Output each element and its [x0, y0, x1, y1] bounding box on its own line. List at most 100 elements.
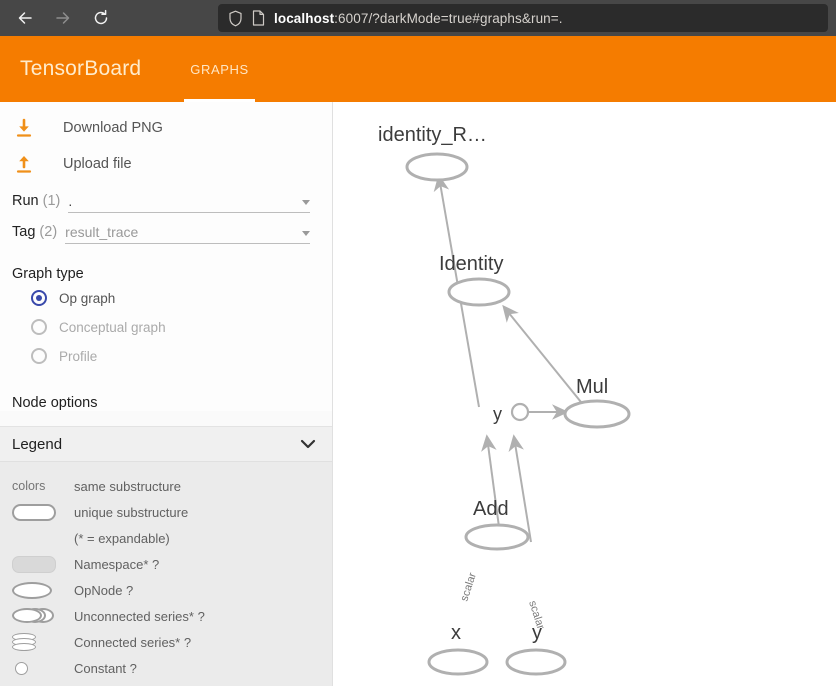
- legend-label-constant[interactable]: Constant ?: [74, 661, 137, 676]
- back-button[interactable]: [8, 3, 42, 33]
- tag-selector[interactable]: Tag (2) result_trace: [0, 224, 332, 244]
- legend-label-opnode[interactable]: OpNode ?: [74, 583, 133, 598]
- graph-svg: identity_R… Identity Mul y Add scalar sc…: [378, 124, 631, 676]
- upload-file-label: Upload file: [63, 156, 132, 172]
- legend-key-constant: [12, 661, 74, 675]
- legend-row-expandable-note: (* = expandable): [0, 528, 332, 548]
- legend-label-connected-series[interactable]: Connected series* ?: [74, 635, 191, 650]
- tag-dropdown[interactable]: result_trace: [65, 224, 310, 244]
- browser-nav-buttons: [0, 3, 118, 33]
- legend-label-same-substructure: same substructure: [74, 478, 181, 494]
- rounded-rect-filled-icon: [12, 555, 56, 573]
- app-header: TensorBoard GRAPHS: [0, 36, 836, 102]
- radio-conceptual-graph-indicator[interactable]: [31, 319, 47, 335]
- sidebar: Download PNG Upload file Run (1) . Tag (…: [0, 102, 333, 686]
- legend-key-opnode: [12, 581, 74, 599]
- legend-row-opnode: OpNode ?: [0, 580, 332, 600]
- node-x-input[interactable]: x: [427, 622, 489, 676]
- sidebar-top-section: Download PNG Upload file Run (1) . Tag (…: [0, 102, 332, 411]
- node-add-shape[interactable]: [464, 523, 530, 551]
- radio-profile-indicator[interactable]: [31, 348, 47, 364]
- chevron-down-icon[interactable]: [300, 439, 316, 449]
- series-stacked-ellipses-icon: [12, 607, 60, 625]
- node-identity-r-shape[interactable]: [405, 152, 469, 182]
- tag-label-text: Tag: [12, 224, 36, 240]
- node-options-title[interactable]: Node options: [0, 395, 332, 411]
- legend-row-namespace: Namespace* ?: [0, 554, 332, 574]
- node-identity-r[interactable]: identity_R…: [378, 124, 487, 182]
- app-logo[interactable]: TensorBoard: [20, 57, 141, 81]
- node-y-constant-shape[interactable]: [510, 402, 530, 422]
- legend-label-unconnected-series[interactable]: Unconnected series* ?: [74, 609, 205, 624]
- url-path: :6007/?darkMode=true#graphs&run=.: [334, 10, 563, 26]
- radio-conceptual-graph[interactable]: Conceptual graph: [0, 314, 332, 340]
- node-identity-shape[interactable]: [447, 277, 511, 307]
- tag-value: result_trace: [65, 224, 139, 240]
- download-png-label: Download PNG: [63, 120, 163, 136]
- main-body: Download PNG Upload file Run (1) . Tag (…: [0, 102, 836, 686]
- run-dropdown[interactable]: .: [68, 193, 310, 213]
- node-y-constant[interactable]: y: [493, 402, 530, 424]
- radio-op-graph[interactable]: Op graph: [0, 285, 332, 311]
- chevron-down-icon: [302, 231, 310, 236]
- node-y-input-label: y: [532, 622, 542, 644]
- reload-button[interactable]: [84, 3, 118, 33]
- legend-key-unconnected-series: [12, 607, 74, 625]
- run-label: Run (1): [12, 193, 60, 213]
- node-mul-shape[interactable]: [563, 399, 631, 429]
- node-identity-label: Identity: [439, 253, 503, 275]
- legend-label-unique-substructure: unique substructure: [74, 504, 189, 520]
- legend-key-namespace: [12, 555, 74, 573]
- legend-row-connected-series: Connected series* ?: [0, 632, 332, 652]
- legend-body: colors same substructure unique substruc…: [0, 462, 332, 686]
- node-y-input[interactable]: y: [505, 622, 567, 676]
- radio-op-graph-indicator[interactable]: [31, 290, 47, 306]
- node-add-label: Add: [473, 498, 509, 520]
- upload-icon: [14, 154, 44, 175]
- node-y-input-shape[interactable]: [505, 648, 567, 676]
- rounded-rect-outline-icon: [12, 503, 56, 521]
- legend-header[interactable]: Legend: [0, 426, 332, 462]
- reload-icon: [94, 9, 108, 25]
- url-host: localhost: [274, 10, 335, 26]
- edge-add-to-mul[interactable]: [502, 304, 586, 408]
- radio-op-graph-label: Op graph: [59, 290, 116, 306]
- node-mul[interactable]: Mul: [563, 376, 631, 429]
- legend-row-unique-substructure: unique substructure: [0, 502, 332, 522]
- header-tabs: GRAPHS: [174, 36, 265, 102]
- run-count: (1): [42, 193, 61, 209]
- node-identity[interactable]: Identity: [439, 253, 511, 307]
- address-bar[interactable]: localhost:6007/?darkMode=true#graphs&run…: [218, 4, 828, 32]
- tensorboard-graphs-screen: localhost:6007/?darkMode=true#graphs&run…: [0, 0, 836, 686]
- tab-graphs[interactable]: GRAPHS: [174, 36, 265, 102]
- edge-label-x-scalar: scalar: [458, 571, 479, 603]
- radio-profile[interactable]: Profile: [0, 343, 332, 369]
- download-png-action[interactable]: Download PNG: [0, 110, 332, 146]
- legend-key-colors: colors: [12, 479, 46, 493]
- shield-icon: [229, 10, 242, 26]
- forward-button[interactable]: [46, 3, 80, 33]
- browser-toolbar: localhost:6007/?darkMode=true#graphs&run…: [0, 0, 836, 36]
- radio-profile-label: Profile: [59, 348, 98, 364]
- node-x-input-label: x: [451, 622, 461, 644]
- small-circle-icon: [15, 661, 28, 675]
- radio-conceptual-graph-label: Conceptual graph: [59, 319, 166, 335]
- legend-label-namespace[interactable]: Namespace* ?: [74, 557, 159, 572]
- upload-file-action[interactable]: Upload file: [0, 146, 332, 182]
- cylinder-stack-icon: [12, 632, 38, 652]
- arrow-right-icon: [56, 12, 70, 24]
- legend-key-connected-series: [12, 632, 74, 652]
- node-mul-label: Mul: [576, 376, 608, 398]
- tag-label: Tag (2): [12, 224, 57, 244]
- tab-graphs-label: GRAPHS: [190, 61, 249, 77]
- graph-canvas[interactable]: identity_R… Identity Mul y Add scalar sc…: [334, 102, 836, 686]
- node-add[interactable]: Add: [464, 498, 530, 551]
- node-identity-r-label: identity_R…: [378, 124, 487, 146]
- run-selector[interactable]: Run (1) .: [0, 193, 332, 213]
- legend-key-unique: [12, 503, 74, 521]
- legend-row-unconnected-series: Unconnected series* ?: [0, 606, 332, 626]
- graph-edges: [433, 174, 586, 543]
- node-x-input-shape[interactable]: [427, 648, 489, 676]
- graph-type-title: Graph type: [12, 266, 84, 282]
- tag-count: (2): [39, 224, 58, 240]
